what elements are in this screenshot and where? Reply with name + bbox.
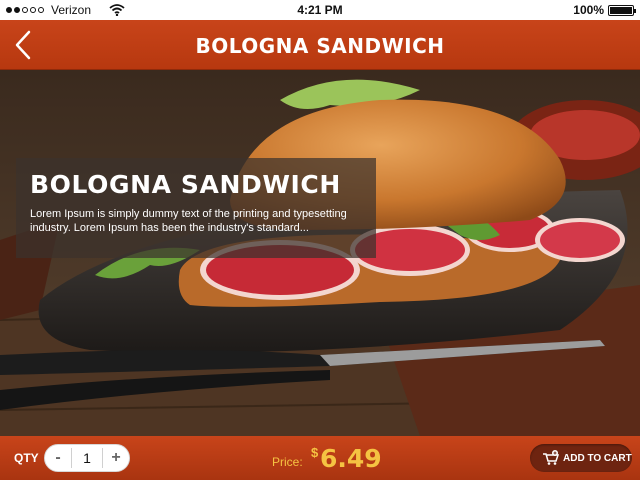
product-title: BOLOGNA SANDWICH	[30, 170, 341, 199]
price-currency: $	[311, 445, 319, 460]
bottom-bar: QTY - 1 + Price: $ 6.49 ADD TO CART	[0, 436, 640, 480]
nav-bar: BOLOGNA SANDWICH	[0, 20, 640, 70]
quantity-value[interactable]: 1	[71, 448, 103, 468]
battery-percent: 100%	[573, 3, 604, 17]
product-description: Lorem Ipsum is simply dummy text of the …	[30, 208, 347, 234]
add-to-cart-label: ADD TO CART	[563, 452, 632, 464]
nav-title: BOLOGNA SANDWICH	[195, 34, 445, 58]
cart-plus-icon	[543, 450, 560, 465]
decrease-quantity-button[interactable]: -	[45, 444, 71, 472]
qty-label: QTY	[14, 451, 39, 465]
increase-quantity-button[interactable]: +	[103, 444, 129, 472]
status-bar: Verizon 4:21 PM 100%	[0, 0, 640, 20]
status-time: 4:21 PM	[297, 3, 343, 17]
status-right: 100%	[573, 0, 636, 20]
add-to-cart-button[interactable]: ADD TO CART	[530, 444, 632, 472]
battery-icon	[608, 4, 636, 16]
product-image: BOLOGNA SANDWICH Lorem Ipsum is simply d…	[0, 70, 640, 436]
price-value: 6.49	[320, 444, 382, 473]
price-label: Price:	[272, 455, 303, 469]
product-info-overlay: BOLOGNA SANDWICH Lorem Ipsum is simply d…	[16, 158, 376, 258]
quantity-stepper: - 1 +	[44, 444, 130, 472]
